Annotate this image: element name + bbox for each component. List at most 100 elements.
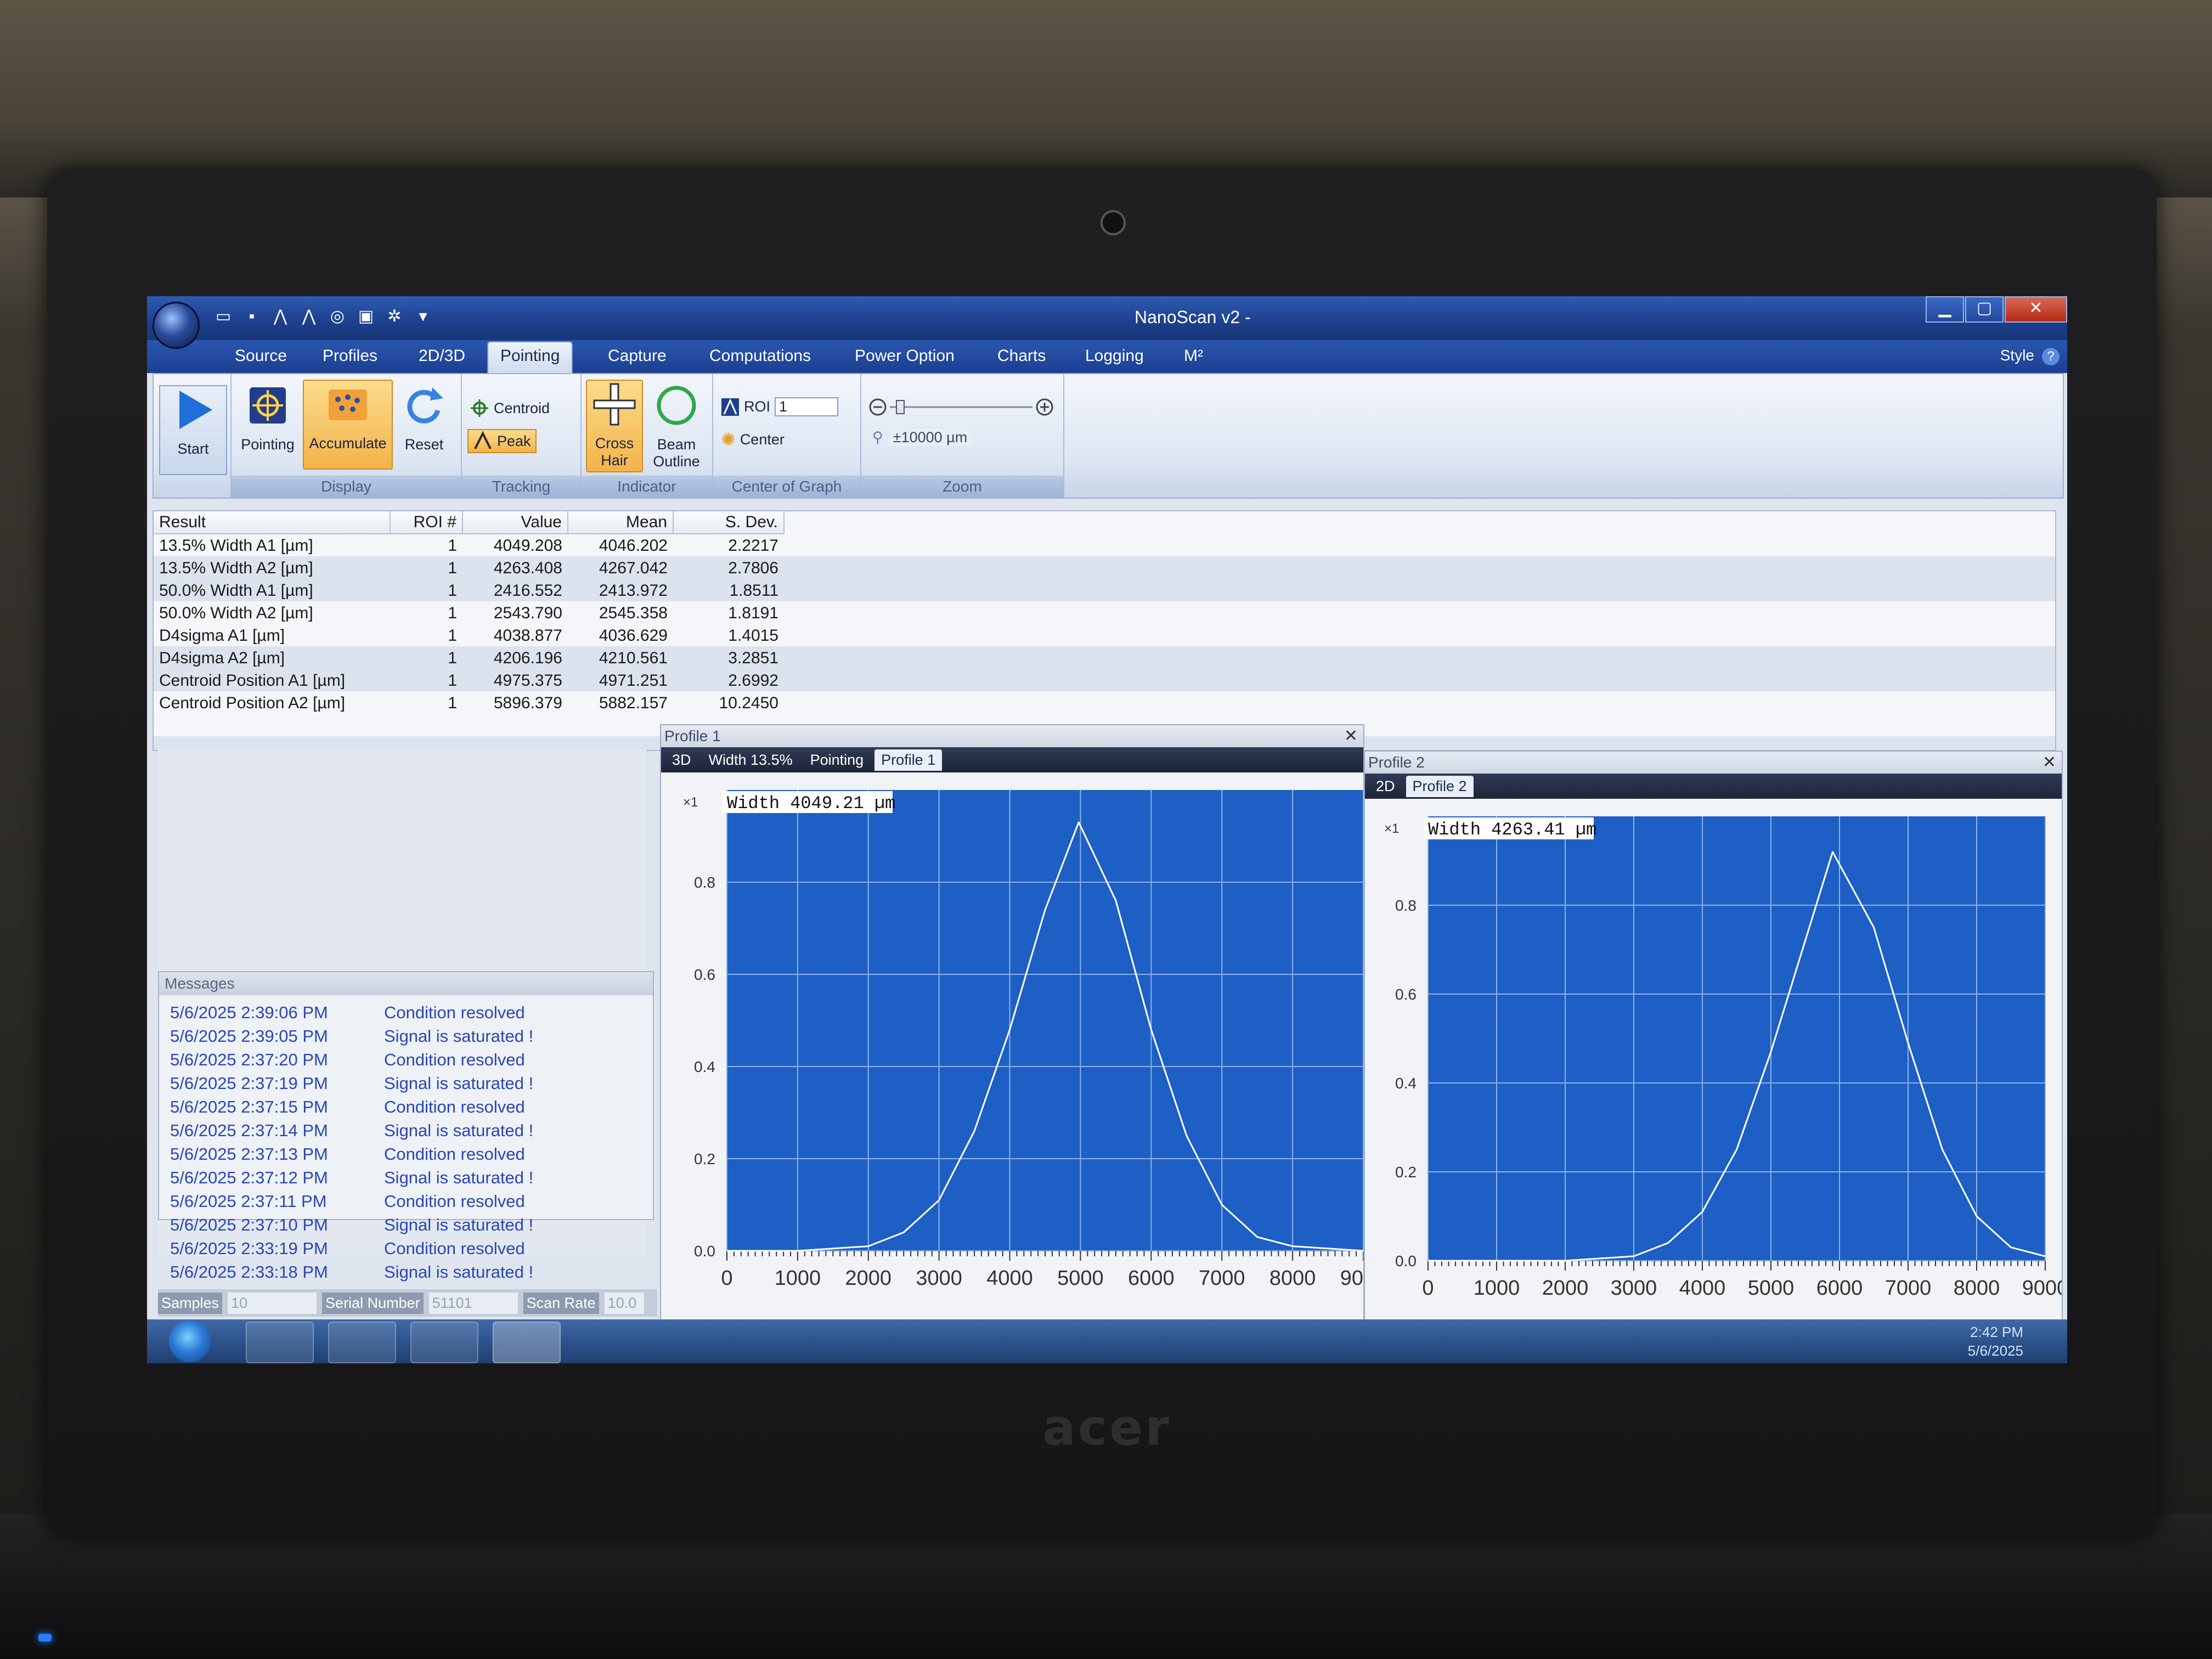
profile-1-close-icon[interactable]: ✕ <box>1344 725 1358 747</box>
center-icon: ✺ <box>721 430 736 449</box>
tab-profile-1[interactable]: Profile 1 <box>874 749 943 771</box>
table-row[interactable]: 13.5% Width A1 [µm] 1 4049.208 4046.202 2.22… <box>154 534 784 557</box>
x-tick-label: 3000 <box>1611 1277 1657 1300</box>
profile-2-tabs: 2D Profile 2 <box>1365 774 2062 799</box>
style-dropdown[interactable]: Style <box>2000 347 2034 364</box>
zoom-slider[interactable] <box>868 397 1054 417</box>
header-roi[interactable]: ROI # <box>390 511 463 534</box>
table-row[interactable]: D4sigma A1 [µm] 1 4038.877 4036.629 1.4015 <box>154 624 784 647</box>
tab-charts[interactable]: Charts <box>997 347 1046 365</box>
roi-spinner[interactable]: 1 <box>775 397 839 416</box>
message-time: 5/6/2025 2:37:10 PM <box>170 1215 328 1234</box>
pointing-button[interactable]: Pointing <box>235 382 301 453</box>
table-row[interactable]: Centroid Position A1 [µm] 1 4975.375 4971.2… <box>154 669 784 692</box>
taskbar-clock[interactable]: 2:42 PM 5/6/2025 <box>1968 1323 2023 1360</box>
tab-computations[interactable]: Computations <box>709 347 811 365</box>
x-tick-label: 8000 <box>1269 1267 1316 1290</box>
open-folder-icon[interactable]: ▭ <box>213 306 234 327</box>
table-row[interactable]: Centroid Position A2 [µm] 1 5896.379 5882.1… <box>154 692 784 714</box>
plot-area <box>1428 816 2045 1261</box>
table-row[interactable]: 50.0% Width A2 [µm] 1 2543.790 2545.358 1.81… <box>154 602 784 624</box>
maximize-button[interactable]: ▢ <box>1965 296 2004 323</box>
header-value[interactable]: Value <box>462 511 568 534</box>
profile-a-icon[interactable]: ⋀ <box>270 306 291 327</box>
table-cell: 1.4015 <box>728 626 778 645</box>
results-table: Result ROI # Value Mean S. Dev. 13.5% Wi… <box>153 510 2056 751</box>
start-button[interactable]: Start <box>159 385 227 475</box>
scan-rate-field[interactable]: 10.0 <box>604 1292 644 1314</box>
crosshair-button[interactable]: Cross Hair <box>586 380 643 472</box>
play-icon <box>179 391 212 429</box>
message-time: 5/6/2025 2:37:20 PM <box>170 1050 328 1069</box>
taskbar-explorer-icon[interactable] <box>246 1322 314 1363</box>
center-of-graph-group: ROI 1 ✺ Center Center of Graph <box>713 374 861 498</box>
beam-outline-button[interactable]: Beam Outline <box>646 382 707 470</box>
help-icon[interactable]: ? <box>2042 348 2059 365</box>
taskbar: 2:42 PM 5/6/2025 <box>147 1319 2067 1363</box>
header-mean[interactable]: Mean <box>568 511 674 534</box>
serial-field[interactable]: 51101 <box>428 1292 518 1314</box>
tab-profile-2[interactable]: Profile 2 <box>1406 775 1474 797</box>
minimize-button[interactable]: ▁ <box>1926 296 1964 323</box>
message-text: Condition resolved <box>384 1192 525 1211</box>
table-cell: 3.2851 <box>728 648 778 667</box>
table-cell: 4210.561 <box>599 648 668 667</box>
centroid-option[interactable]: Centroid <box>470 398 550 418</box>
windows-start-button[interactable] <box>169 1321 211 1362</box>
tab-logging[interactable]: Logging <box>1085 347 1144 365</box>
table-row[interactable]: 13.5% Width A2 [µm] 1 4263.408 4267.042 2.78… <box>154 557 784 579</box>
x-tick-label: 5000 <box>1057 1267 1104 1290</box>
tab-capture[interactable]: Capture <box>608 347 667 365</box>
taskbar-nanoscan-icon[interactable] <box>493 1322 561 1363</box>
zoom-range-field[interactable]: ±10000 µm <box>887 429 973 446</box>
accumulate-icon <box>329 390 367 420</box>
message-text: Signal is saturated ! <box>384 1026 534 1046</box>
taskbar-firefox-icon[interactable] <box>328 1322 396 1363</box>
y-tick-label: 0.8 <box>1395 897 1417 914</box>
tab-power-option[interactable]: Power Option <box>855 347 955 365</box>
close-button[interactable]: ✕ <box>2005 296 2067 323</box>
tab-pointing-view[interactable]: Pointing <box>804 749 871 771</box>
header-sdev[interactable]: S. Dev. <box>673 511 785 534</box>
table-cell: 50.0% Width A1 [µm] <box>159 581 313 600</box>
profile-b-icon[interactable]: ⋀ <box>298 306 319 327</box>
qat-dropdown-icon[interactable]: ▾ <box>413 306 433 327</box>
tab-3d[interactable]: 3D <box>665 749 698 771</box>
peak-option[interactable]: Peak <box>467 429 537 453</box>
taskbar-edge-icon[interactable] <box>410 1322 478 1363</box>
settings-icon[interactable]: ✲ <box>384 306 405 327</box>
samples-field[interactable]: 10 <box>228 1292 317 1314</box>
roi-selector: ROI 1 <box>721 397 839 416</box>
tab-2d-3d[interactable]: 2D/3D <box>419 347 465 365</box>
tab-m2[interactable]: M² <box>1184 347 1203 365</box>
app-orb-button[interactable] <box>153 302 200 349</box>
save-icon[interactable]: ▪ <box>241 306 262 327</box>
x-tick-label: 0 <box>1422 1277 1434 1300</box>
header-result[interactable]: Result <box>154 511 391 534</box>
x-tick-label: 9000 <box>2022 1277 2062 1300</box>
target-icon[interactable]: ◎ <box>327 306 348 327</box>
tab-2d[interactable]: 2D <box>1369 776 1402 797</box>
reset-button[interactable]: Reset <box>394 382 454 453</box>
centroid-icon <box>471 399 488 417</box>
tab-source[interactable]: Source <box>235 347 287 365</box>
table-row[interactable]: D4sigma A2 [µm] 1 4206.196 4210.561 3.2851 <box>154 647 784 669</box>
camera-3d-icon[interactable]: ▣ <box>356 306 376 327</box>
message-text: Signal is saturated ! <box>384 1121 534 1140</box>
profile-1-tabs: 3D Width 13.5% Pointing Profile 1 <box>661 747 1363 772</box>
serial-label: Serial Number <box>322 1292 424 1314</box>
profile-2-close-icon[interactable]: ✕ <box>2042 752 2056 774</box>
message-text: Condition resolved <box>384 1097 525 1116</box>
message-time: 5/6/2025 2:37:12 PM <box>170 1168 328 1187</box>
y-tick-label: 0.0 <box>694 1243 715 1260</box>
center-button[interactable]: ✺ Center <box>721 429 785 450</box>
message-time: 5/6/2025 2:37:14 PM <box>170 1121 328 1140</box>
tab-profiles[interactable]: Profiles <box>323 347 377 365</box>
table-cell: 4975.375 <box>493 671 562 690</box>
list-item: 5/6/2025 2:37:10 PM Signal is saturated ! <box>170 1215 533 1235</box>
accumulate-button[interactable]: Accumulate <box>303 380 393 470</box>
crosshair-label-1: Cross <box>595 435 634 452</box>
display-group-label: Display <box>232 476 461 498</box>
table-row[interactable]: 50.0% Width A1 [µm] 1 2416.552 2413.972 1.85… <box>154 579 784 602</box>
tab-width-13-5[interactable]: Width 13.5% <box>702 749 799 771</box>
